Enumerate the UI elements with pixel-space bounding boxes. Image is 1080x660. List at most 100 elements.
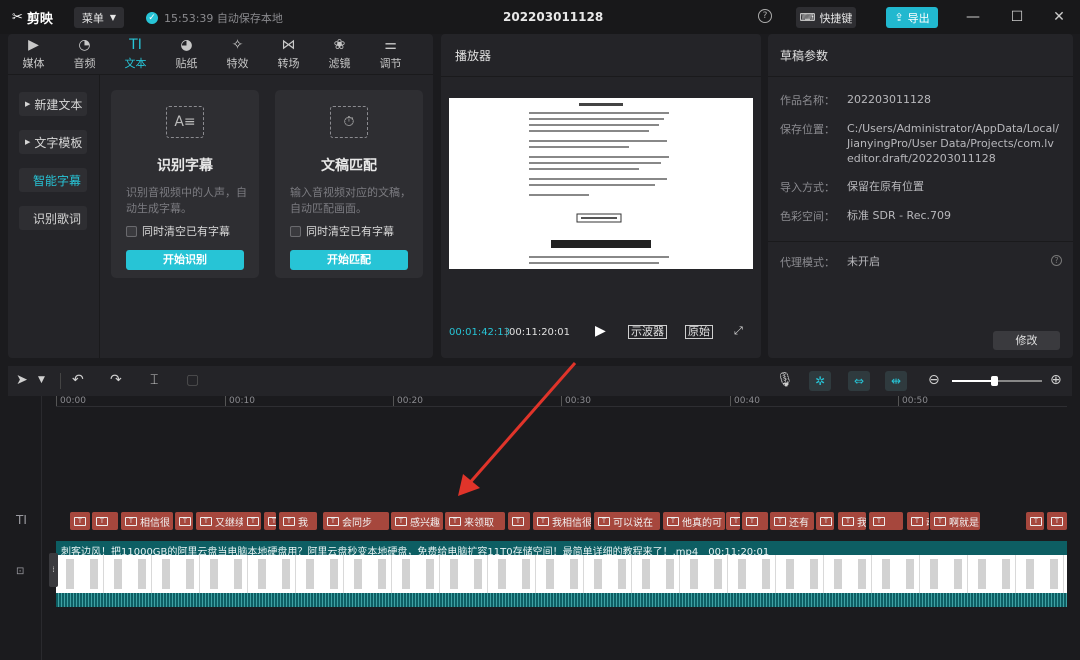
subtitle-clip[interactable]: T 还有 [770,512,814,530]
subtitle-clip[interactable]: T [92,512,118,530]
clear-subtitle-checkbox[interactable]: 同时清空已有字幕 [290,223,394,239]
start-match-button[interactable]: 开始匹配 [290,250,408,270]
subtitle-clip-text: 会同步 [342,517,372,529]
preview-axis-icon[interactable]: ⇹ [885,371,907,391]
player-title: 播放器 [455,49,492,63]
zoom-out-icon[interactable]: ⊖ [928,372,940,388]
export-button[interactable]: ⇪ 导出 [886,7,938,28]
subtitle-clip[interactable]: T动不 [907,512,929,530]
total-time: 00:11:20:01 [509,327,571,338]
subtitle-clip[interactable]: T我 [838,512,866,530]
script-match-icon: ⏱ [330,106,368,138]
subtitle-clip[interactable]: T 他真的可 [663,512,725,530]
subtitle-clip[interactable]: T我 [279,512,317,530]
field-value-import: 保留在原有位置 [847,180,924,193]
side-item-recognize-lyrics[interactable]: 识别歌词 [19,206,87,230]
subtitle-clip[interactable]: T 啊就是 [930,512,980,530]
video-cover-handle[interactable]: ⁞ [49,553,58,587]
microphone-icon[interactable]: 🎙 [776,372,794,388]
text-track-icon: TI [16,513,27,527]
caret-right-icon: ▶ [25,100,31,108]
timeline-area[interactable]: TI ⊡ 00:00 00:10 00:20 00:30 00:40 00:50… [8,396,1072,660]
subtitle-clip[interactable]: T 来领取 [445,512,505,530]
magnet-snap-icon[interactable]: ✲ [809,371,831,391]
clear-subtitle-checkbox[interactable]: 同时清空已有字幕 [126,223,230,239]
zoom-in-icon[interactable]: ⊕ [1050,372,1062,388]
track-header-column: TI ⊡ [8,396,42,660]
field-label-location: 保存位置： [780,123,835,136]
side-item-text-template[interactable]: ▶ 文字模板 [19,130,87,154]
tab-text[interactable]: TI 文本 [110,34,161,74]
subtitle-clip[interactable]: T [243,512,261,530]
subtitle-clip[interactable]: T [816,512,834,530]
close-icon[interactable]: ✕ [1048,6,1070,28]
subtitle-clip[interactable]: T 可以说在 [594,512,660,530]
subtitle-clip[interactable]: T [508,512,530,530]
subtitle-clip[interactable]: T 会同步 [323,512,389,530]
checkbox-icon[interactable] [126,225,137,237]
subtitle-clip[interactable]: T 感兴趣 [391,512,443,530]
ratio-original-button[interactable]: 原始 [685,325,713,339]
save-status-text: 15:53:39 自动保存本地 [164,12,283,25]
text-clip-icon: T [667,516,679,526]
delete-icon[interactable]: ▢ [186,372,199,388]
split-icon[interactable]: ⌶ [150,372,158,388]
subtitle-clip[interactable]: T [1047,512,1067,530]
text-clip-icon: T [283,516,295,526]
info-separator [768,241,1073,242]
subtitle-clip-text: 感兴趣 [410,517,440,529]
maximize-icon[interactable]: ☐ [1006,6,1028,28]
shortcut-button[interactable]: ⌨ 快捷键 [796,7,856,28]
transition-icon: ⋈ [281,37,296,53]
redo-icon[interactable]: ↷ [110,372,122,388]
link-clips-icon[interactable]: ⇔ [848,371,870,391]
proxy-help-icon[interactable]: ? [1051,255,1062,266]
modify-button[interactable]: 修改 [993,331,1060,350]
help-icon[interactable]: ? [758,9,772,23]
chevron-down-icon[interactable]: ▼ [38,375,45,385]
subtitle-clip[interactable]: T [1026,512,1044,530]
subtitle-clip[interactable]: T [264,512,276,530]
text-clip-icon: T [268,516,276,526]
tab-media[interactable]: ▶ 媒体 [8,34,59,74]
tab-adjust[interactable]: ⚌ 调节 [365,34,416,74]
text-clip-icon: T [774,516,786,526]
side-item-new-text[interactable]: ▶ 新建文本 [19,92,87,116]
menu-button[interactable]: 菜单 ▼ [74,7,124,28]
timeline-toolbar: ➤ ▼ ↶ ↷ ⌶ ▢ 🎙 ✲ ⇔ ⇹ ⊖ ⊕ [8,366,1072,396]
capcut-logo-icon: ✂ [12,10,23,25]
tab-effects[interactable]: ✧ 特效 [212,34,263,74]
checkbox-icon[interactable] [290,225,301,237]
subtitle-clip[interactable]: T 我相信很 [533,512,591,530]
minimize-icon[interactable]: — [962,6,984,28]
tab-label: 音频 [73,57,96,70]
fullscreen-icon[interactable]: ⤢ [734,324,743,338]
subtitle-clip[interactable]: T 又继续 [196,512,250,530]
shortcut-label: 快捷键 [819,11,853,25]
text-clip-icon: T [934,516,946,526]
tab-sticker[interactable]: ◕ 贴纸 [161,34,212,74]
tab-audio[interactable]: ◔ 音频 [59,34,110,74]
subtitle-clip[interactable]: T [726,512,740,530]
recognize-subtitle-icon: A≡ [166,106,204,138]
subtitle-clip[interactable]: T [869,512,903,530]
subtitle-clip[interactable]: T 相信很 [121,512,173,530]
ruler-tick: 00:40 [730,396,760,406]
tab-transition[interactable]: ⋈ 转场 [263,34,314,74]
subtitle-clip[interactable]: T [742,512,768,530]
scope-button[interactable]: 示波器 [628,325,667,339]
side-item-smart-subtitle[interactable]: 智能字幕 [19,168,87,192]
select-cursor-icon[interactable]: ➤ [16,372,28,388]
subtitle-clip-text: 动不 [926,514,929,529]
play-icon[interactable]: ▶ [595,323,606,339]
start-recognize-button[interactable]: 开始识别 [126,250,244,270]
field-label-import: 导入方式： [780,181,835,194]
tab-filter[interactable]: ❀ 滤镜 [314,34,365,74]
checkbox-label: 同时清空已有字幕 [306,225,394,238]
undo-icon[interactable]: ↶ [72,372,84,388]
video-preview[interactable] [449,98,753,269]
video-clip[interactable]: 刺客边风！把11000GB的阿里云盘当电脑本地硬盘用？阿里云盘秒变本地硬盘，免费… [56,541,1067,607]
subtitle-clip[interactable]: T [175,512,193,530]
subtitle-clip[interactable]: T [70,512,90,530]
zoom-slider-knob[interactable] [991,376,998,386]
